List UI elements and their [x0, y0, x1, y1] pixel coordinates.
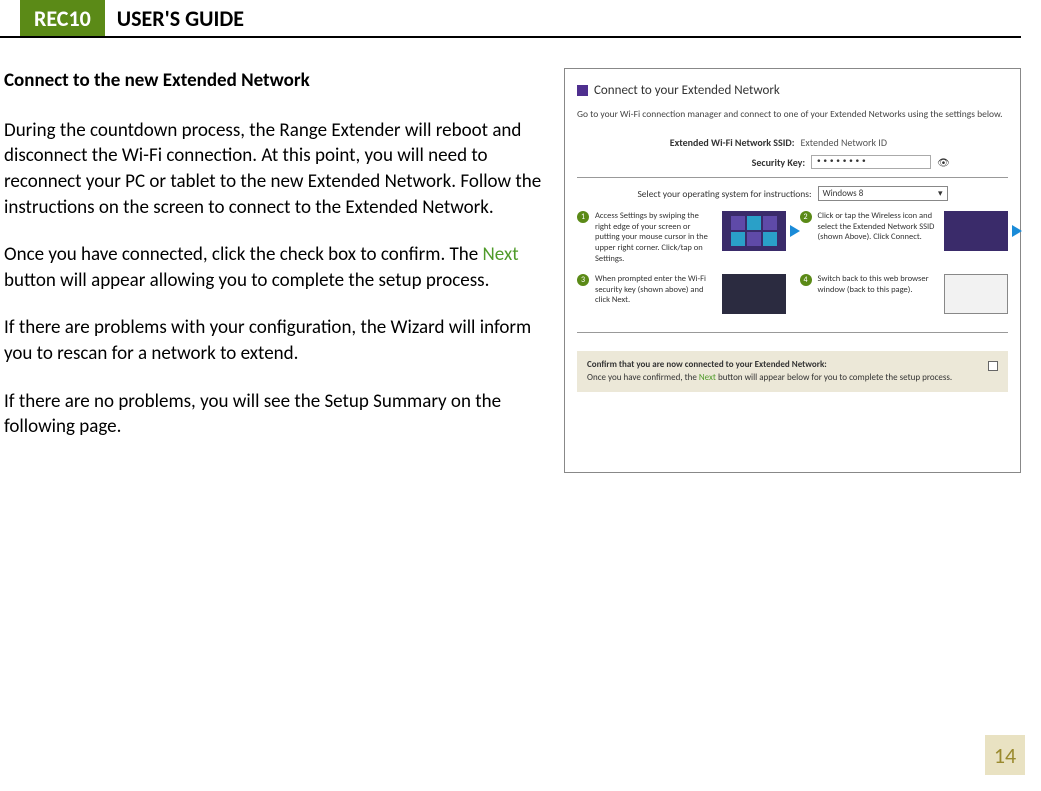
- security-key-input[interactable]: ••••••••: [811, 155, 931, 169]
- page-number: 14: [985, 735, 1025, 775]
- step-1: 1 Access Settings by swiping the right e…: [577, 211, 786, 264]
- key-label: Security Key:: [635, 156, 805, 169]
- step-2-text: Click or tap the Wireless icon and selec…: [818, 211, 939, 243]
- badge-2: 2: [800, 211, 812, 223]
- ssid-label: Extended Wi-Fi Network SSID:: [625, 136, 795, 149]
- confirm-title: Confirm that you are now connected to yo…: [587, 359, 976, 372]
- chevron-down-icon: ▾: [938, 188, 943, 199]
- header-title: USER'S GUIDE: [105, 0, 256, 36]
- p2-a: Once you have connected, click the check…: [4, 243, 483, 266]
- badge-4: 4: [800, 274, 812, 286]
- confirm-bar: Confirm that you are now connected to yo…: [577, 351, 1008, 392]
- badge-1: 1: [577, 211, 589, 223]
- os-select[interactable]: Windows 8 ▾: [818, 186, 948, 201]
- header-bar: REC10 USER'S GUIDE: [0, 0, 1021, 38]
- step-3: 3 When prompted enter the Wi-Fi security…: [577, 274, 786, 314]
- panel-bullet-icon: [577, 85, 588, 96]
- step-4-text: Switch back to this web browser window (…: [818, 274, 939, 295]
- confirm-b: button will appear below for you to comp…: [716, 372, 952, 383]
- step-1-text: Access Settings by swiping the right edg…: [595, 211, 716, 264]
- section-title: Connect to the new Extended Network: [4, 68, 544, 94]
- thumb-1-wrap: [722, 211, 786, 251]
- divider-2: [577, 332, 1008, 333]
- step-2: 2 Click or tap the Wireless icon and sel…: [800, 211, 1009, 264]
- next-text: Next: [483, 243, 519, 266]
- screenshot-panel: Connect to your Extended Network Go to y…: [564, 68, 1021, 473]
- step-3-text: When prompted enter the Wi-Fi security k…: [595, 274, 716, 306]
- paragraph-1: During the countdown process, the Range …: [4, 118, 544, 221]
- badge-3: 3: [577, 274, 589, 286]
- confirm-checkbox[interactable]: [988, 361, 998, 371]
- confirm-text: Confirm that you are now connected to yo…: [587, 359, 976, 384]
- ssid-row: Extended Wi-Fi Network SSID: Extended Ne…: [577, 136, 1008, 149]
- os-row: Select your operating system for instruc…: [577, 186, 1008, 201]
- paragraph-3: If there are problems with your configur…: [4, 315, 544, 366]
- steps-grid: 1 Access Settings by swiping the right e…: [577, 211, 1008, 314]
- thumb-wireless: [944, 211, 1008, 251]
- os-value: Windows 8: [823, 188, 864, 199]
- p2-b: button will appear allowing you to compl…: [4, 269, 489, 292]
- header-tab: REC10: [20, 0, 105, 36]
- panel-subtext: Go to your Wi-Fi connection manager and …: [577, 108, 1008, 120]
- divider: [577, 177, 1008, 178]
- ssid-value: Extended Network ID: [801, 136, 961, 149]
- paragraph-2: Once you have connected, click the check…: [4, 242, 544, 293]
- thumb-key: [722, 274, 786, 314]
- thumb-2-wrap: [944, 211, 1008, 251]
- key-row: Security Key: •••••••• 👁: [577, 155, 1008, 169]
- left-column: Connect to the new Extended Network Duri…: [4, 68, 544, 473]
- os-label: Select your operating system for instruc…: [637, 188, 811, 200]
- paragraph-4: If there are no problems, you will see t…: [4, 389, 544, 440]
- confirm-a: Once you have confirmed, the: [587, 372, 699, 383]
- step-4: 4 Switch back to this web browser window…: [800, 274, 1009, 314]
- content: Connect to the new Extended Network Duri…: [0, 38, 1041, 473]
- panel-title: Connect to your Extended Network: [594, 83, 780, 98]
- reveal-icon[interactable]: 👁: [937, 156, 950, 169]
- panel-title-row: Connect to your Extended Network: [577, 83, 1008, 98]
- thumb-tiles: [722, 211, 786, 251]
- confirm-next: Next: [699, 372, 716, 383]
- thumb-browser: [944, 274, 1008, 314]
